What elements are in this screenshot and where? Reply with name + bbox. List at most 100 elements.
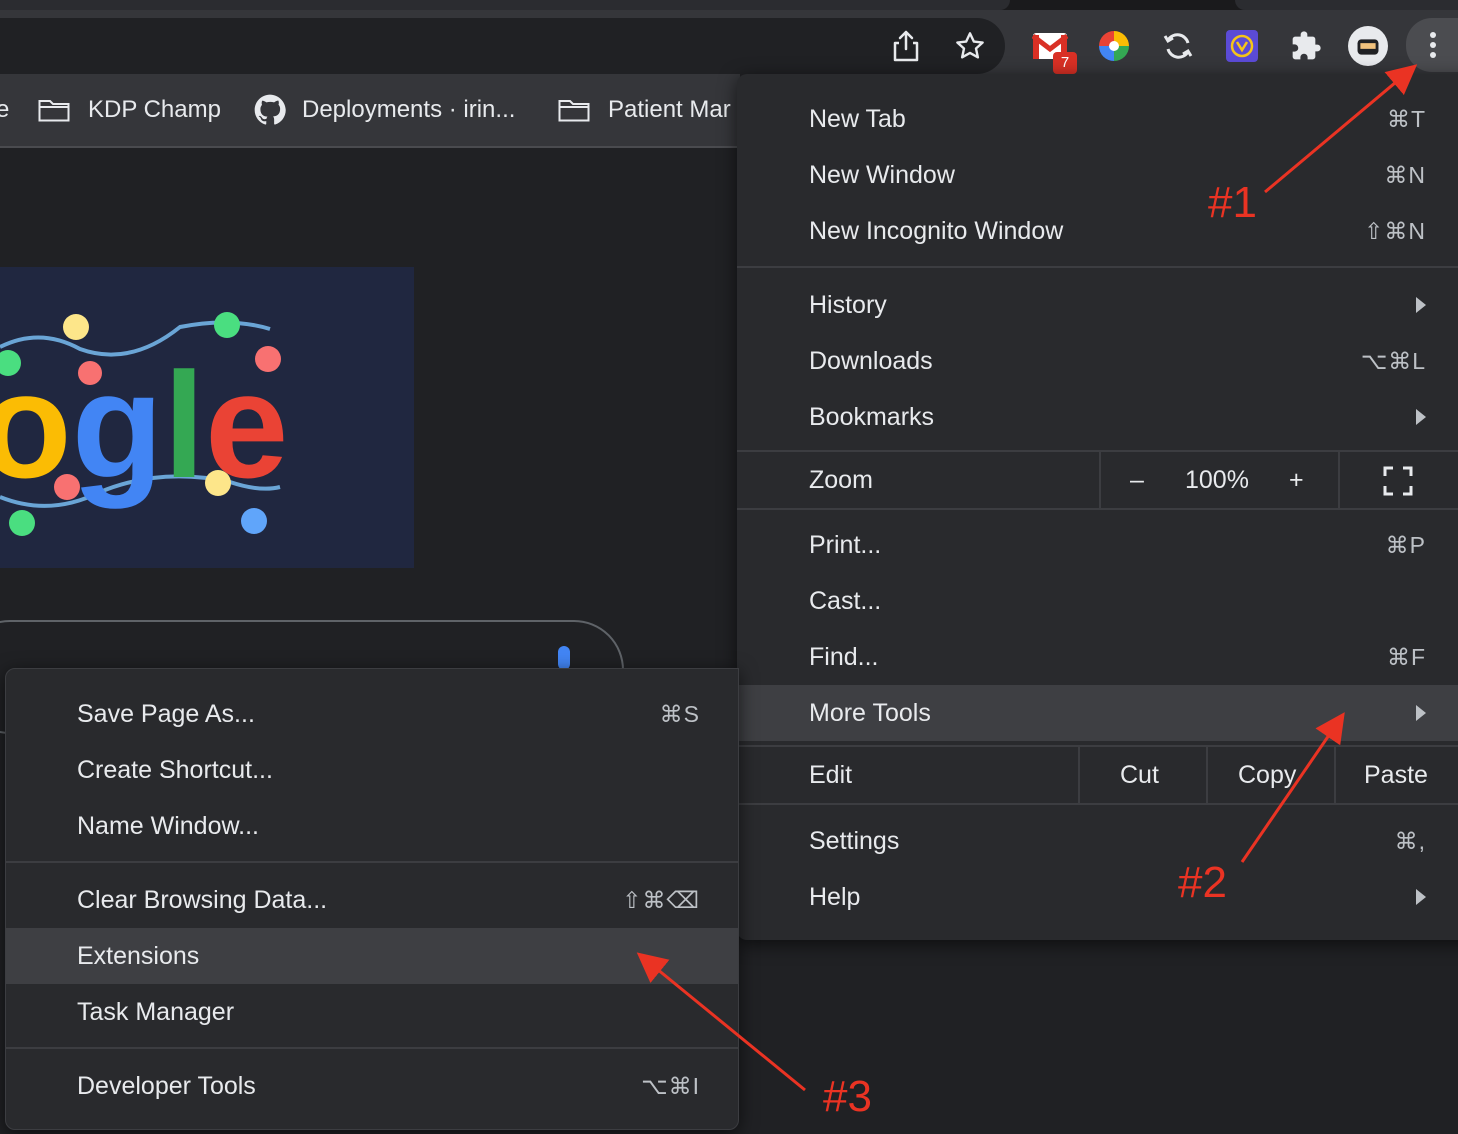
copy-button[interactable]: Copy: [1238, 747, 1296, 803]
menu-item-label: Extensions: [77, 942, 200, 970]
color-picker-extension-icon[interactable]: [1094, 26, 1134, 66]
menu-item-label: Cast...: [809, 587, 882, 615]
edit-divider: [1334, 747, 1336, 803]
submenu-item-developer-tools[interactable]: Developer Tools ⌥⌘I: [6, 1058, 738, 1114]
bookmark-deployments[interactable]: Deployments · irin...: [254, 74, 515, 146]
bookmark-star-icon[interactable]: [950, 26, 990, 66]
profile-avatar[interactable]: [1348, 26, 1388, 66]
menu-item-label: History: [809, 291, 887, 319]
menu-item-label: New Tab: [809, 105, 906, 133]
menu-item-label: Task Manager: [77, 998, 235, 1026]
menu-item-label: New Incognito Window: [809, 217, 1064, 245]
folder-icon: [38, 100, 70, 122]
submenu-item-clear-browsing-data[interactable]: Clear Browsing Data... ⇧⌘⌫: [6, 872, 738, 928]
menu-divider: [6, 1047, 738, 1049]
menu-item-bookmarks[interactable]: Bookmarks: [737, 389, 1458, 445]
menu-item-downloads[interactable]: Downloads ⌥⌘L: [737, 333, 1458, 389]
bookmarks-bar: e KDP Champ Deployments · irin... Patien…: [0, 74, 740, 148]
menu-divider: [6, 861, 738, 863]
submenu-item-task-manager[interactable]: Task Manager: [6, 984, 738, 1040]
menu-divider: [737, 508, 1458, 510]
menu-item-label: Create Shortcut...: [77, 756, 273, 784]
annotation-label-2: #2: [1178, 858, 1227, 907]
menu-item-label: More Tools: [809, 699, 931, 727]
zoom-label: Zoom: [809, 466, 873, 494]
menu-row-edit: Edit: [737, 747, 1458, 803]
bookmark-label: Patient Mar: [608, 96, 731, 123]
submenu-arrow-icon: [1416, 705, 1426, 721]
tab[interactable]: [1235, 0, 1458, 10]
bookmark-item[interactable]: e: [0, 74, 9, 146]
menu-item-label: Help: [809, 883, 861, 911]
share-icon[interactable]: [886, 26, 926, 66]
menu-item-find[interactable]: Find... ⌘F: [737, 629, 1458, 685]
menu-item-label: Downloads: [809, 347, 933, 375]
gmail-unread-badge: 7: [1053, 52, 1077, 74]
menu-item-shortcut: ⌘S: [659, 701, 700, 727]
cut-button[interactable]: Cut: [1120, 747, 1159, 803]
active-tab[interactable]: [0, 0, 1010, 10]
chrome-main-menu: New Tab ⌘T New Window ⌘N New Incognito W…: [737, 74, 1458, 940]
menu-item-history[interactable]: History: [737, 277, 1458, 333]
zoom-divider: [1099, 452, 1101, 508]
menu-item-label: Settings: [809, 827, 900, 855]
paste-button[interactable]: Paste: [1364, 747, 1428, 803]
zoom-in-button[interactable]: +: [1289, 452, 1304, 508]
menu-item-shortcut: ⌘,: [1394, 828, 1426, 854]
menu-item-shortcut: ⇧⌘⌫: [622, 887, 700, 913]
menu-item-shortcut: ⌘N: [1384, 162, 1426, 188]
submenu-item-create-shortcut[interactable]: Create Shortcut...: [6, 742, 738, 798]
menu-item-cast[interactable]: Cast...: [737, 573, 1458, 629]
menu-divider: [737, 803, 1458, 805]
menu-item-shortcut: ⌥⌘L: [1360, 348, 1426, 374]
menu-item-help[interactable]: Help: [737, 869, 1458, 925]
mic-icon[interactable]: [558, 646, 570, 670]
doodle-letters: ogle: [0, 341, 288, 509]
submenu-arrow-icon: [1416, 409, 1426, 425]
menu-item-shortcut: ⌘T: [1386, 106, 1426, 132]
bookmark-label: e: [0, 96, 10, 123]
menu-item-label: New Window: [809, 161, 955, 189]
menu-row-zoom: Zoom: [737, 452, 1458, 508]
menu-item-more-tools[interactable]: More Tools: [737, 685, 1458, 741]
menu-item-label: Save Page As...: [77, 700, 255, 728]
menu-item-new-window[interactable]: New Window ⌘N: [737, 147, 1458, 203]
zoom-level: 100%: [1185, 466, 1249, 494]
github-icon: [254, 94, 286, 125]
menu-item-new-tab[interactable]: New Tab ⌘T: [737, 91, 1458, 147]
three-dot-menu-icon[interactable]: [1406, 18, 1458, 72]
folder-icon: [558, 100, 590, 122]
menu-item-shortcut: ⇧⌘N: [1364, 218, 1426, 244]
submenu-item-name-window[interactable]: Name Window...: [6, 798, 738, 854]
menu-item-label: Bookmarks: [809, 403, 935, 431]
zoom-divider: [1338, 452, 1340, 508]
google-doodle[interactable]: ogle: [0, 267, 414, 568]
extensions-puzzle-icon[interactable]: [1286, 26, 1326, 66]
edit-label: Edit: [809, 761, 853, 789]
sync-extension-icon[interactable]: [1158, 26, 1198, 66]
submenu-arrow-icon: [1416, 297, 1426, 313]
submenu-item-save-page-as[interactable]: Save Page As... ⌘S: [6, 686, 738, 742]
address-bar[interactable]: [0, 18, 1005, 74]
menu-item-shortcut: ⌘F: [1386, 644, 1426, 670]
menu-item-label: Clear Browsing Data...: [77, 886, 328, 914]
bookmark-folder-patient[interactable]: Patient Mar: [558, 74, 731, 146]
bookmark-folder-kdp-champ[interactable]: KDP Champ: [38, 74, 221, 146]
menu-item-label: Developer Tools: [77, 1072, 256, 1100]
menu-item-label: Name Window...: [77, 812, 260, 840]
submenu-item-extensions[interactable]: Extensions: [6, 928, 738, 984]
submenu-arrow-icon: [1416, 889, 1426, 905]
menu-item-shortcut: ⌥⌘I: [641, 1073, 700, 1099]
zoom-out-button[interactable]: –: [1130, 452, 1144, 508]
fullscreen-icon[interactable]: [1383, 466, 1413, 501]
purple-extension-icon[interactable]: [1222, 26, 1262, 66]
annotation-label-1: #1: [1208, 178, 1257, 227]
edit-divider: [1206, 747, 1208, 803]
edit-divider: [1078, 747, 1080, 803]
menu-item-new-incognito-window[interactable]: New Incognito Window ⇧⌘N: [737, 203, 1458, 259]
menu-item-print[interactable]: Print... ⌘P: [737, 517, 1458, 573]
menu-item-settings[interactable]: Settings ⌘,: [737, 813, 1458, 869]
menu-divider: [737, 266, 1458, 268]
menu-item-label: Find...: [809, 643, 879, 671]
bookmark-label: KDP Champ: [88, 96, 221, 123]
